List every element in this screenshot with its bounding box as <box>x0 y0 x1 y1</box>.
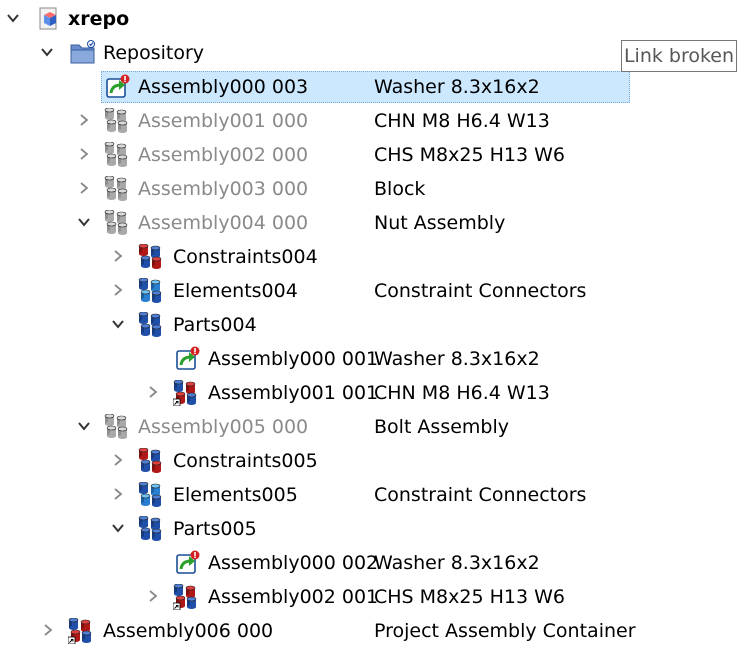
tree-item-label: Assembly000 002 <box>208 552 379 574</box>
constraints-icon <box>138 244 164 270</box>
parts-icon <box>138 312 164 338</box>
chevron-down-icon[interactable] <box>77 215 91 229</box>
tree-item[interactable]: Assembly003 000 Block <box>0 172 745 206</box>
link-broken-tooltip: Link broken <box>621 40 737 72</box>
tree-item-label: Assembly003 000 <box>138 178 309 200</box>
broken-link-icon <box>175 550 201 576</box>
tree-item-label: Assembly000 003 <box>138 76 309 98</box>
tree-item[interactable]: Parts004 <box>0 308 745 342</box>
chevron-right-icon[interactable] <box>77 181 91 195</box>
assembly-link-icon <box>173 380 199 406</box>
tree-item-label: Assembly001 001 <box>208 382 379 404</box>
chevron-right-icon[interactable] <box>111 283 125 297</box>
tree-item-description: Washer 8.3x16x2 <box>374 348 540 370</box>
tree-item-description: Block <box>374 178 426 200</box>
tree-item-description: CHN M8 H6.4 W13 <box>374 382 550 404</box>
tree-item-label: Elements004 <box>173 280 298 302</box>
tree-item-label: Assembly005 000 <box>138 416 309 438</box>
parts-icon <box>138 516 164 542</box>
assembly-grey-icon <box>104 142 130 168</box>
folder-icon <box>70 40 96 66</box>
tree-item[interactable]: Elements004 Constraint Connectors <box>0 274 745 308</box>
chevron-down-icon[interactable] <box>111 521 125 535</box>
constraints-icon <box>138 448 164 474</box>
chevron-down-icon[interactable] <box>111 317 125 331</box>
tree-item-label: Parts004 <box>173 314 257 336</box>
cube-document-icon <box>36 6 62 32</box>
tree-item[interactable]: Assembly002 001 CHS M8x25 H13 W6 <box>0 580 745 614</box>
tree-item[interactable]: Assembly004 000 Nut Assembly <box>0 206 745 240</box>
chevron-right-icon[interactable] <box>146 589 160 603</box>
tree-item-label: Parts005 <box>173 518 257 540</box>
tree-item-description: Bolt Assembly <box>374 416 510 438</box>
chevron-right-icon[interactable] <box>111 453 125 467</box>
tree-item-description: Constraint Connectors <box>374 484 587 506</box>
chevron-right-icon[interactable] <box>77 147 91 161</box>
chevron-right-icon[interactable] <box>77 113 91 127</box>
assembly-grey-icon <box>104 176 130 202</box>
tree-item-description: Constraint Connectors <box>374 280 587 302</box>
chevron-down-icon[interactable] <box>40 45 54 59</box>
broken-link-icon <box>105 74 131 100</box>
tree-item-label: Assembly000 001 <box>208 348 379 370</box>
tree-item-label: Elements005 <box>173 484 298 506</box>
chevron-right-icon[interactable] <box>111 249 125 263</box>
tree-item-label: Assembly002 000 <box>138 144 309 166</box>
chevron-down-icon[interactable] <box>6 11 20 25</box>
tree-item-description: CHS M8x25 H13 W6 <box>374 586 565 608</box>
tree-item-description: Washer 8.3x16x2 <box>374 76 540 98</box>
tree-item[interactable]: Assembly001 001 CHN M8 H6.4 W13 <box>0 376 745 410</box>
assembly-grey-icon <box>104 108 130 134</box>
tree-item-label: Assembly006 000 <box>103 620 274 642</box>
tree-item[interactable]: Assembly000 003 Washer 8.3x16x2 <box>0 70 745 104</box>
tree-item[interactable]: Constraints004 <box>0 240 745 274</box>
tree-item-label: Assembly004 000 <box>138 212 309 234</box>
broken-link-icon <box>175 346 201 372</box>
tree-item-description: Washer 8.3x16x2 <box>374 552 540 574</box>
tree-item-description: CHS M8x25 H13 W6 <box>374 144 565 166</box>
assembly-link-icon <box>173 584 199 610</box>
tree-item[interactable]: Assembly000 001 Washer 8.3x16x2 <box>0 342 745 376</box>
tree-item-label: Assembly002 001 <box>208 586 379 608</box>
tree-item-label: Repository <box>103 42 205 64</box>
tree-item[interactable]: Assembly006 000 Project Assembly Containe… <box>0 614 745 648</box>
assembly-link-icon <box>68 618 94 644</box>
tree-item[interactable]: Assembly002 000 CHS M8x25 H13 W6 <box>0 138 745 172</box>
elements-icon <box>138 278 164 304</box>
tree-item[interactable]: Assembly000 002 Washer 8.3x16x2 <box>0 546 745 580</box>
assembly-grey-icon <box>104 414 130 440</box>
tree-item-label: xrepo <box>68 8 130 30</box>
tree-item[interactable]: Parts005 <box>0 512 745 546</box>
chevron-right-icon[interactable] <box>111 487 125 501</box>
tree-item[interactable]: Assembly005 000 Bolt Assembly <box>0 410 745 444</box>
elements-icon <box>138 482 164 508</box>
tree-item-description: Project Assembly Container <box>374 620 636 642</box>
tree-item[interactable]: xrepo <box>0 2 745 36</box>
tree-item-label: Assembly001 000 <box>138 110 309 132</box>
tree-item-description: Nut Assembly <box>374 212 506 234</box>
chevron-down-icon[interactable] <box>77 419 91 433</box>
tree-item[interactable]: Constraints005 <box>0 444 745 478</box>
tree-item-description: CHN M8 H6.4 W13 <box>374 110 550 132</box>
tree-item[interactable]: Elements005 Constraint Connectors <box>0 478 745 512</box>
chevron-right-icon[interactable] <box>146 385 160 399</box>
tree-item[interactable]: Assembly001 000 CHN M8 H6.4 W13 <box>0 104 745 138</box>
chevron-right-icon[interactable] <box>41 623 55 637</box>
assembly-grey-icon <box>104 210 130 236</box>
tree-item-label: Constraints004 <box>173 246 318 268</box>
tree-item-label: Constraints005 <box>173 450 318 472</box>
